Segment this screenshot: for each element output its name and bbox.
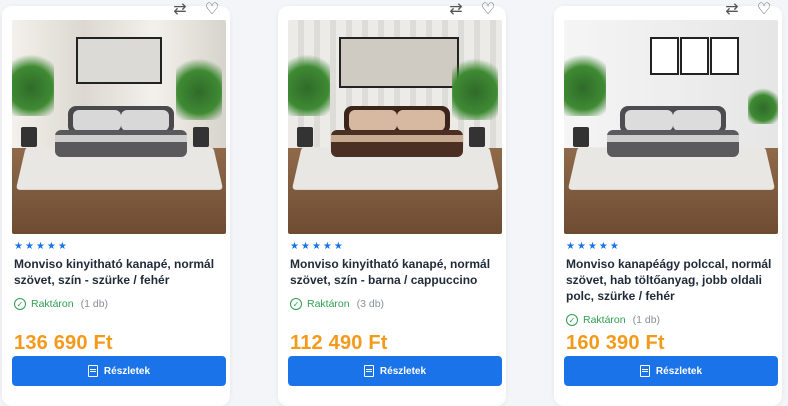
card-actions: ⇄ ♡	[446, 0, 498, 18]
product-image[interactable]	[564, 20, 778, 234]
heart-icon[interactable]: ♡	[754, 0, 774, 18]
plant	[564, 45, 606, 116]
details-button-label: Részletek	[379, 365, 427, 377]
star-icon: ★	[24, 241, 34, 252]
product-card[interactable]: ⇄ ♡ ★ ★ ★ ★ ★ Monviso kinyitható kanapé,…	[2, 1, 230, 406]
stock-label: Raktáron	[31, 298, 74, 310]
document-icon	[363, 365, 374, 377]
product-price: 136 690 Ft	[14, 332, 113, 354]
wall-art	[709, 37, 740, 76]
rating-stars: ★ ★ ★ ★ ★	[14, 242, 67, 252]
rating-stars: ★ ★ ★ ★ ★	[290, 242, 343, 252]
heart-icon[interactable]: ♡	[478, 0, 498, 18]
star-icon: ★	[322, 241, 332, 252]
plant	[12, 45, 54, 116]
product-price: 112 490 Ft	[290, 332, 388, 354]
plant-pot	[296, 127, 313, 147]
stock-status: ✓ Raktáron (3 db)	[290, 298, 384, 310]
details-button-label: Részletek	[103, 365, 151, 377]
details-button[interactable]: Részletek	[288, 356, 502, 386]
wall-art	[649, 37, 680, 76]
wall-art	[679, 37, 710, 76]
product-card[interactable]: ⇄ ♡ ★ ★ ★ ★ ★ Monviso kanapéágy polccal,…	[554, 1, 782, 406]
sofa	[606, 105, 740, 157]
rating-stars: ★ ★ ★ ★ ★	[566, 242, 619, 252]
wall-art	[339, 37, 459, 89]
product-image[interactable]	[288, 20, 502, 234]
document-icon	[639, 365, 650, 377]
star-icon: ★	[566, 241, 575, 252]
product-title[interactable]: Monviso kanapéágy polccal, normál szövet…	[566, 256, 778, 304]
plant-pot	[20, 127, 37, 147]
details-button-label: Részletek	[655, 365, 703, 377]
star-icon: ★	[587, 241, 597, 252]
sofa	[330, 105, 464, 157]
star-icon: ★	[46, 241, 56, 252]
heart-icon[interactable]: ♡	[202, 0, 222, 18]
product-price: 160 390 Ft	[566, 332, 665, 354]
document-icon	[87, 365, 98, 377]
star-icon: ★	[598, 241, 608, 252]
stock-label: Raktáron	[583, 314, 626, 326]
wall-art	[76, 37, 162, 84]
star-icon: ★	[300, 241, 310, 252]
stock-status: ✓ Raktáron (1 db)	[14, 298, 108, 310]
product-title[interactable]: Monviso kinyitható kanapé, normál szövet…	[290, 256, 502, 288]
stock-status: ✓ Raktáron (1 db)	[566, 314, 660, 326]
plant-pot	[468, 127, 485, 147]
star-icon: ★	[57, 241, 67, 252]
check-circle-icon: ✓	[566, 314, 578, 326]
star-icon: ★	[576, 241, 586, 252]
stock-quantity: (1 db)	[632, 314, 661, 326]
product-card[interactable]: ⇄ ♡ ★ ★ ★ ★ ★ Monviso kinyitható kanapé,…	[278, 1, 506, 406]
card-actions: ⇄ ♡	[722, 0, 774, 18]
product-title[interactable]: Monviso kinyitható kanapé, normál szövet…	[14, 256, 226, 288]
star-icon: ★	[609, 241, 619, 252]
plant	[288, 45, 330, 116]
plant	[748, 84, 778, 125]
card-actions: ⇄ ♡	[170, 0, 222, 18]
star-icon: ★	[311, 241, 321, 252]
compare-arrows-icon[interactable]: ⇄	[170, 0, 190, 18]
compare-arrows-icon[interactable]: ⇄	[446, 0, 466, 18]
star-icon: ★	[290, 241, 299, 252]
plant-pot	[572, 127, 589, 147]
star-icon: ★	[14, 241, 23, 252]
plant-pot	[192, 127, 209, 147]
stock-quantity: (1 db)	[80, 298, 109, 310]
check-circle-icon: ✓	[290, 298, 302, 310]
star-icon: ★	[333, 241, 343, 252]
star-icon: ★	[35, 241, 45, 252]
stock-label: Raktáron	[307, 298, 350, 310]
sofa	[54, 105, 188, 157]
details-button[interactable]: Részletek	[12, 356, 226, 386]
product-image[interactable]	[12, 20, 226, 234]
check-circle-icon: ✓	[14, 298, 26, 310]
details-button[interactable]: Részletek	[564, 356, 778, 386]
compare-arrows-icon[interactable]: ⇄	[722, 0, 742, 18]
stock-quantity: (3 db)	[356, 298, 385, 310]
